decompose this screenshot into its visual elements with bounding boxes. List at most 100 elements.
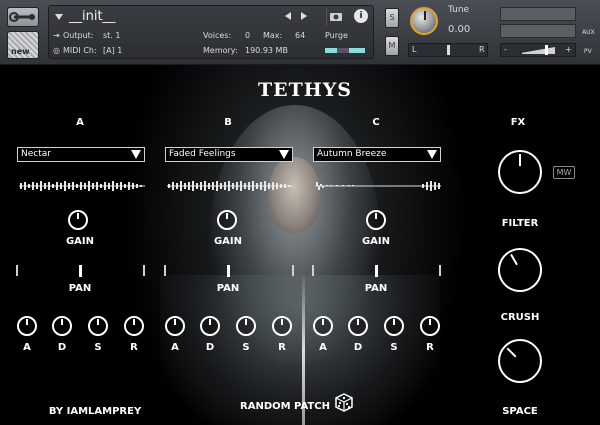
layer-a-sustain-knob[interactable]	[88, 316, 108, 336]
tune-knob[interactable]	[410, 7, 438, 35]
fx-title: FX	[510, 117, 526, 128]
layer-a-release-knob[interactable]	[124, 316, 144, 336]
layer-c-sustain-knob[interactable]	[384, 316, 404, 336]
mw-button[interactable]: MW	[553, 166, 575, 179]
dice-icon[interactable]	[333, 391, 355, 413]
layer-c-sustain-label: S	[390, 342, 398, 353]
new-button[interactable]: new	[7, 31, 39, 59]
credit-label: BY IAMLAMPREY	[48, 406, 142, 417]
pan-tick	[292, 265, 294, 276]
layer-c-pan-handle[interactable]	[375, 265, 378, 277]
midi-value[interactable]: [A] 1	[103, 46, 122, 55]
filter-knob[interactable]	[498, 150, 542, 194]
layer-b-gain-knob[interactable]	[217, 210, 237, 230]
pan-right-label: R	[479, 45, 485, 54]
pan-slider[interactable]: L R	[408, 43, 488, 57]
layer-c-pan-label: PAN	[364, 283, 388, 294]
volume-slider-handle[interactable]	[545, 45, 548, 55]
layer-a-attack-knob[interactable]	[17, 316, 37, 336]
next-preset-icon[interactable]	[301, 12, 307, 20]
filter-label: FILTER	[501, 218, 539, 229]
tune-value: 0.00	[448, 24, 471, 35]
memory-label: Memory:	[203, 46, 238, 55]
pan-tick	[16, 265, 18, 276]
output-value[interactable]: st. 1	[103, 31, 120, 40]
background-artwork-face	[268, 157, 320, 233]
instrument-panel: TETHYS A Nectar GAIN PAN A D S R B Faded…	[0, 65, 600, 425]
layer-c-gain-label: GAIN	[361, 236, 391, 247]
layer-c-release-knob[interactable]	[420, 316, 440, 336]
purge-meter	[325, 48, 365, 53]
layer-c-gain-knob[interactable]	[366, 210, 386, 230]
crush-knob[interactable]	[489, 239, 551, 301]
camera-icon[interactable]	[326, 8, 346, 26]
layer-a-decay-label: D	[57, 342, 67, 353]
purge-dropdown[interactable]: Purge	[325, 31, 348, 40]
output-icon: ⇥	[53, 31, 60, 40]
layer-c-waveform	[315, 181, 441, 191]
layer-a-waveform	[19, 181, 145, 191]
layer-c-attack-knob[interactable]	[313, 316, 333, 336]
space-knob[interactable]	[488, 329, 552, 393]
layer-a-preset-dropdown[interactable]: Nectar	[17, 147, 145, 162]
layer-c-decay-knob[interactable]	[348, 316, 368, 336]
volume-minus-label: -	[504, 45, 507, 54]
layer-b-pan-handle[interactable]	[227, 265, 230, 277]
info-icon[interactable]: i	[354, 9, 368, 23]
layer-a-sustain-label: S	[94, 342, 102, 353]
chevron-down-icon	[131, 150, 141, 159]
layer-b-decay-knob[interactable]	[200, 316, 220, 336]
layer-c-attack-label: A	[319, 342, 327, 353]
layer-a-pan-label: PAN	[68, 283, 92, 294]
layer-b-letter: B	[224, 117, 232, 128]
layer-b-attack-label: A	[171, 342, 179, 353]
voices-value: 0	[245, 31, 251, 40]
layer-b-decay-label: D	[205, 342, 215, 353]
layer-a-pan-handle[interactable]	[79, 265, 82, 277]
layer-b-preset-value: Faded Feelings	[169, 149, 236, 159]
instrument-name[interactable]: __init__	[69, 9, 116, 24]
memory-value: 190.93 MB	[245, 46, 288, 55]
chevron-down-icon	[427, 150, 437, 159]
layer-a-preset-value: Nectar	[21, 149, 51, 159]
layer-a-attack-label: A	[23, 342, 31, 353]
pv-label: PV	[584, 48, 592, 55]
output-label: Output:	[63, 31, 94, 40]
layer-a-decay-knob[interactable]	[52, 316, 72, 336]
pan-tick	[312, 265, 314, 276]
layer-a-gain-knob[interactable]	[68, 210, 88, 230]
instrument-header: new __init__ ⇥ Output: st. 1 ◎ MIDI Ch: …	[0, 0, 600, 65]
pan-tick	[439, 265, 441, 276]
wrench-icon[interactable]	[7, 7, 39, 27]
instrument-info-panel: __init__ ⇥ Output: st. 1 ◎ MIDI Ch: [A] …	[48, 5, 374, 59]
layer-b-release-knob[interactable]	[272, 316, 292, 336]
layer-a-release-label: R	[130, 342, 138, 353]
new-label: new	[11, 47, 30, 56]
layer-c-preset-dropdown[interactable]: Autumn Breeze	[313, 147, 441, 162]
layer-c-preset-value: Autumn Breeze	[317, 149, 387, 159]
volume-ramp	[515, 47, 555, 54]
mute-button[interactable]: M	[385, 36, 399, 56]
max-value[interactable]: 64	[295, 31, 305, 40]
voices-label: Voices:	[203, 31, 232, 40]
solo-button[interactable]: S	[385, 8, 399, 28]
crush-label: CRUSH	[500, 312, 540, 323]
space-label: SPACE	[502, 406, 538, 417]
layer-b-waveform	[167, 181, 293, 191]
pan-tick	[164, 265, 166, 276]
volume-slider[interactable]: - +	[500, 43, 576, 57]
layer-c-release-label: R	[426, 342, 434, 353]
layer-b-sustain-knob[interactable]	[236, 316, 256, 336]
midi-icon: ◎	[53, 46, 60, 55]
pan-slider-handle[interactable]	[447, 45, 450, 55]
layer-b-gain-label: GAIN	[213, 236, 243, 247]
layer-b-pan-label: PAN	[216, 283, 240, 294]
random-patch-label[interactable]: RANDOM PATCH	[230, 401, 340, 412]
instrument-menu-icon[interactable]	[55, 14, 63, 20]
midi-label: MIDI Ch:	[63, 46, 97, 55]
layer-b-preset-dropdown[interactable]: Faded Feelings	[165, 147, 293, 162]
prev-preset-icon[interactable]	[285, 12, 291, 20]
instrument-title: TETHYS	[258, 79, 352, 101]
layer-b-sustain-label: S	[242, 342, 250, 353]
layer-b-attack-knob[interactable]	[165, 316, 185, 336]
